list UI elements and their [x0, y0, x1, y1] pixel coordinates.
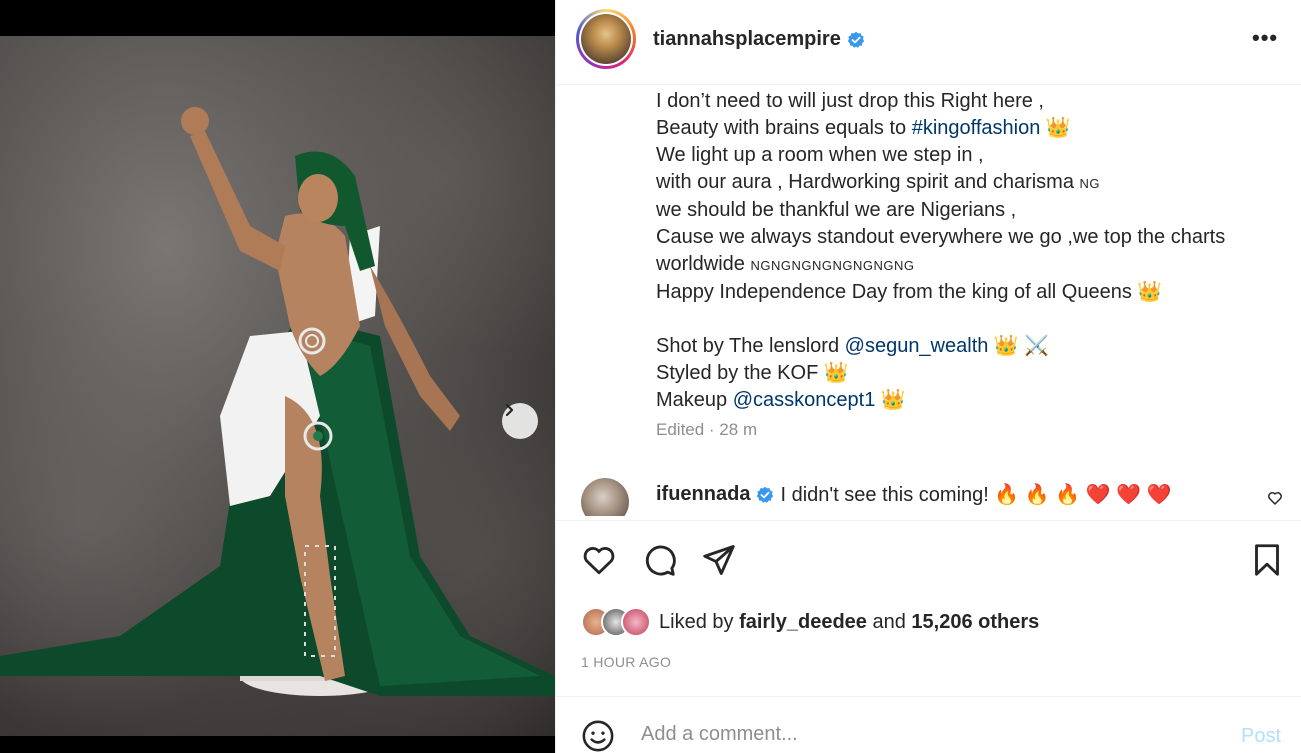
caption-line: Happy Independence Day from the king of …: [656, 281, 1163, 303]
chevron-right-icon: [505, 403, 514, 417]
post-caption: I don’t need to will just drop this Righ…: [656, 88, 1276, 414]
post-sidebar: tiannahsplacempire ••• I don’t need to w…: [555, 0, 1301, 753]
post-timestamp[interactable]: 1 HOUR AGO: [581, 654, 671, 670]
caption-line: Styled by the KOF 👑: [656, 362, 849, 384]
caption-line: Cause we always standout everywhere we g…: [656, 226, 1226, 248]
author-avatar[interactable]: [576, 9, 636, 69]
liker-avatar[interactable]: [621, 607, 651, 637]
verified-icon: [757, 486, 774, 503]
comment-text: I didn't see this coming! 🔥 🔥 🔥 ❤️ ❤️ ❤️: [780, 484, 1172, 506]
likes-count[interactable]: 15,206 others: [911, 611, 1039, 633]
heart-icon[interactable]: [581, 542, 617, 578]
caption-line: I don’t need to will just drop this Righ…: [656, 90, 1044, 112]
author-username[interactable]: tiannahsplacempire: [653, 28, 841, 51]
post-media: [0, 0, 555, 753]
comment-icon[interactable]: [641, 542, 677, 578]
mention-link[interactable]: @casskoncept1: [733, 389, 876, 411]
flag-emoji: NG: [1079, 176, 1101, 191]
caption-line: worldwide NGNGNGNGNGNGNGNG: [656, 253, 915, 275]
caption-line: We light up a room when we step in ,: [656, 144, 984, 166]
smiley-icon[interactable]: [581, 719, 615, 753]
caption-line: Shot by The lenslord @segun_wealth 👑 ⚔️: [656, 335, 1050, 357]
comment-item: ifuennada I didn't see this coming! 🔥 🔥 …: [581, 478, 1281, 516]
mention-link[interactable]: @segun_wealth: [845, 335, 989, 357]
hashtag-link[interactable]: #kingoffashion: [912, 117, 1041, 139]
author-username-row: tiannahsplacempire: [653, 28, 865, 51]
likes-row: Liked by fairly_deedee and 15,206 others: [581, 605, 1039, 639]
liker-username[interactable]: fairly_deedee: [739, 611, 867, 633]
more-icon[interactable]: •••: [1252, 27, 1278, 49]
photo-illustration: [0, 107, 555, 696]
post-photo[interactable]: [0, 36, 555, 736]
commenter-username[interactable]: ifuennada: [656, 483, 750, 506]
caption-line: Beauty with brains equals to #kingoffash…: [656, 117, 1071, 139]
next-slide-button[interactable]: [502, 403, 538, 439]
flag-emoji: NGNGNGNGNGNGNGNG: [750, 258, 915, 273]
verified-icon: [847, 31, 865, 48]
bookmark-icon[interactable]: [1249, 542, 1285, 578]
comment-body: ifuennada I didn't see this coming! 🔥 🔥 …: [656, 482, 1172, 507]
post-comment-button[interactable]: Post: [1241, 725, 1281, 748]
comment-like-heart-icon[interactable]: [1267, 490, 1283, 506]
divider: [556, 520, 1301, 521]
edited-timestamp[interactable]: Edited · 28 m: [656, 420, 757, 440]
caption-line: Makeup @casskoncept1 👑: [656, 389, 906, 411]
caption-line: with our aura , Hardworking spirit and c…: [656, 171, 1101, 193]
comment-composer: Post: [556, 697, 1301, 753]
likes-summary: Liked by fairly_deedee and 15,206 others: [659, 610, 1040, 633]
comment-input[interactable]: [641, 723, 1201, 746]
post-header: tiannahsplacempire •••: [556, 0, 1301, 85]
action-bar: [556, 540, 1301, 584]
share-icon[interactable]: [701, 542, 737, 578]
commenter-avatar[interactable]: [581, 478, 629, 516]
caption-line: we should be thankful we are Nigerians ,: [656, 199, 1017, 221]
